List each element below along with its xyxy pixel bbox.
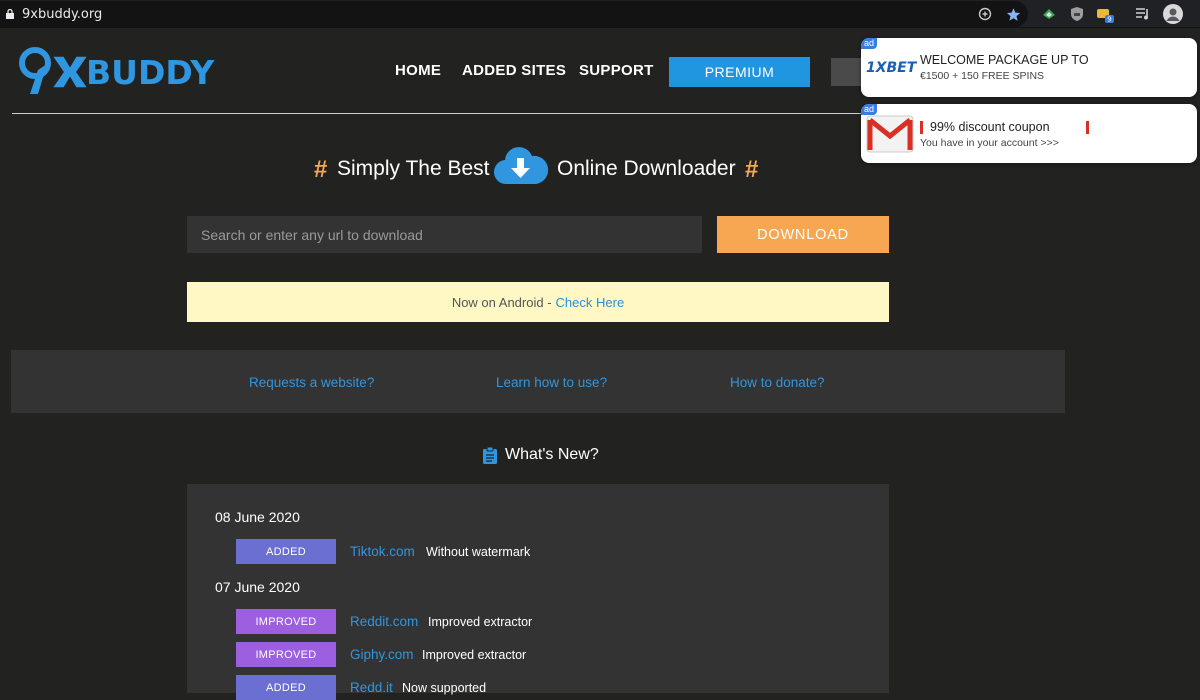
- profile-avatar[interactable]: [1162, 3, 1184, 25]
- status-badge: ADDED: [236, 675, 336, 700]
- cloud-download-icon: [493, 147, 549, 185]
- header-extra-button[interactable]: [831, 58, 863, 86]
- donate-link[interactable]: How to donate?: [730, 375, 825, 390]
- url-text: 9xbuddy.org: [22, 7, 103, 22]
- exclamation-icon: [1086, 121, 1089, 134]
- notification-title: WELCOME PACKAGE UP TO: [920, 53, 1089, 67]
- learn-how-link[interactable]: Learn how to use?: [496, 375, 607, 390]
- update-note: Improved extractor: [428, 615, 533, 629]
- site-link[interactable]: Giphy.com: [350, 647, 414, 662]
- update-note: Improved extractor: [422, 648, 527, 662]
- hash-symbol: #: [745, 156, 759, 183]
- nav-home[interactable]: HOME: [395, 62, 441, 79]
- request-website-link[interactable]: Requests a website?: [249, 375, 374, 390]
- nav-support[interactable]: SUPPORT: [579, 62, 654, 79]
- update-date: 08 June 2020: [215, 509, 300, 525]
- download-button[interactable]: DOWNLOAD: [717, 216, 889, 253]
- status-badge: IMPROVED: [236, 609, 336, 634]
- status-badge: ADDED: [236, 539, 336, 564]
- update-note: Without watermark: [426, 545, 531, 559]
- ad-notification-coupon[interactable]: ad 99% discount coupon You have in your …: [861, 104, 1197, 163]
- notification-subtitle: €1500 + 150 FREE SPINS: [920, 70, 1045, 82]
- site-link[interactable]: Reddit.com: [350, 614, 418, 629]
- status-badge: IMPROVED: [236, 642, 336, 667]
- extension-green-icon[interactable]: [1040, 5, 1058, 23]
- bookmark-star-icon[interactable]: [1004, 5, 1022, 23]
- headline-left: Simply The Best: [337, 157, 490, 180]
- android-banner: Now on Android - Check Here: [187, 282, 889, 322]
- ad-notification-1xbet[interactable]: ad 1XBET WELCOME PACKAGE UP TO €1500 + 1…: [861, 38, 1197, 97]
- gmail-icon: [866, 115, 914, 153]
- whats-new-heading: What's New?: [483, 445, 599, 465]
- 1xbet-logo: 1XBET: [866, 60, 917, 76]
- media-queue-icon[interactable]: [1134, 5, 1152, 23]
- premium-button[interactable]: PREMIUM: [669, 57, 810, 87]
- update-date: 07 June 2020: [215, 579, 300, 595]
- headline-right: Online Downloader: [557, 157, 736, 180]
- hash-symbol: #: [314, 156, 328, 183]
- notification-title: 99% discount coupon: [930, 120, 1050, 134]
- whats-new-title: What's New?: [505, 446, 599, 463]
- lock-icon: [6, 9, 14, 19]
- extension-count: 9: [1107, 16, 1111, 24]
- url-field[interactable]: 9xbuddy.org: [0, 1, 1028, 27]
- android-check-link[interactable]: Check Here: [556, 295, 625, 310]
- url-search-input[interactable]: [187, 216, 702, 253]
- extension-badge-icon[interactable]: 9: [1096, 5, 1114, 23]
- nav-added-sites[interactable]: ADDED SITES: [462, 62, 566, 79]
- clipboard-icon: [483, 446, 497, 464]
- shield-extension-icon[interactable]: [1068, 5, 1086, 23]
- android-banner-text: Now on Android -: [451, 294, 552, 310]
- browser-address-bar: 9xbuddy.org 9: [0, 0, 1200, 28]
- exclamation-icon: [920, 121, 923, 134]
- svg-text:BUDDY: BUDDY: [86, 53, 215, 92]
- site-link[interactable]: Tiktok.com: [350, 544, 415, 559]
- ad-label: ad: [861, 38, 878, 49]
- zoom-icon[interactable]: [976, 5, 994, 23]
- notification-subtitle: You have in your account >>>: [920, 137, 1059, 149]
- 9xbuddy-logo[interactable]: BUDDY: [16, 42, 226, 98]
